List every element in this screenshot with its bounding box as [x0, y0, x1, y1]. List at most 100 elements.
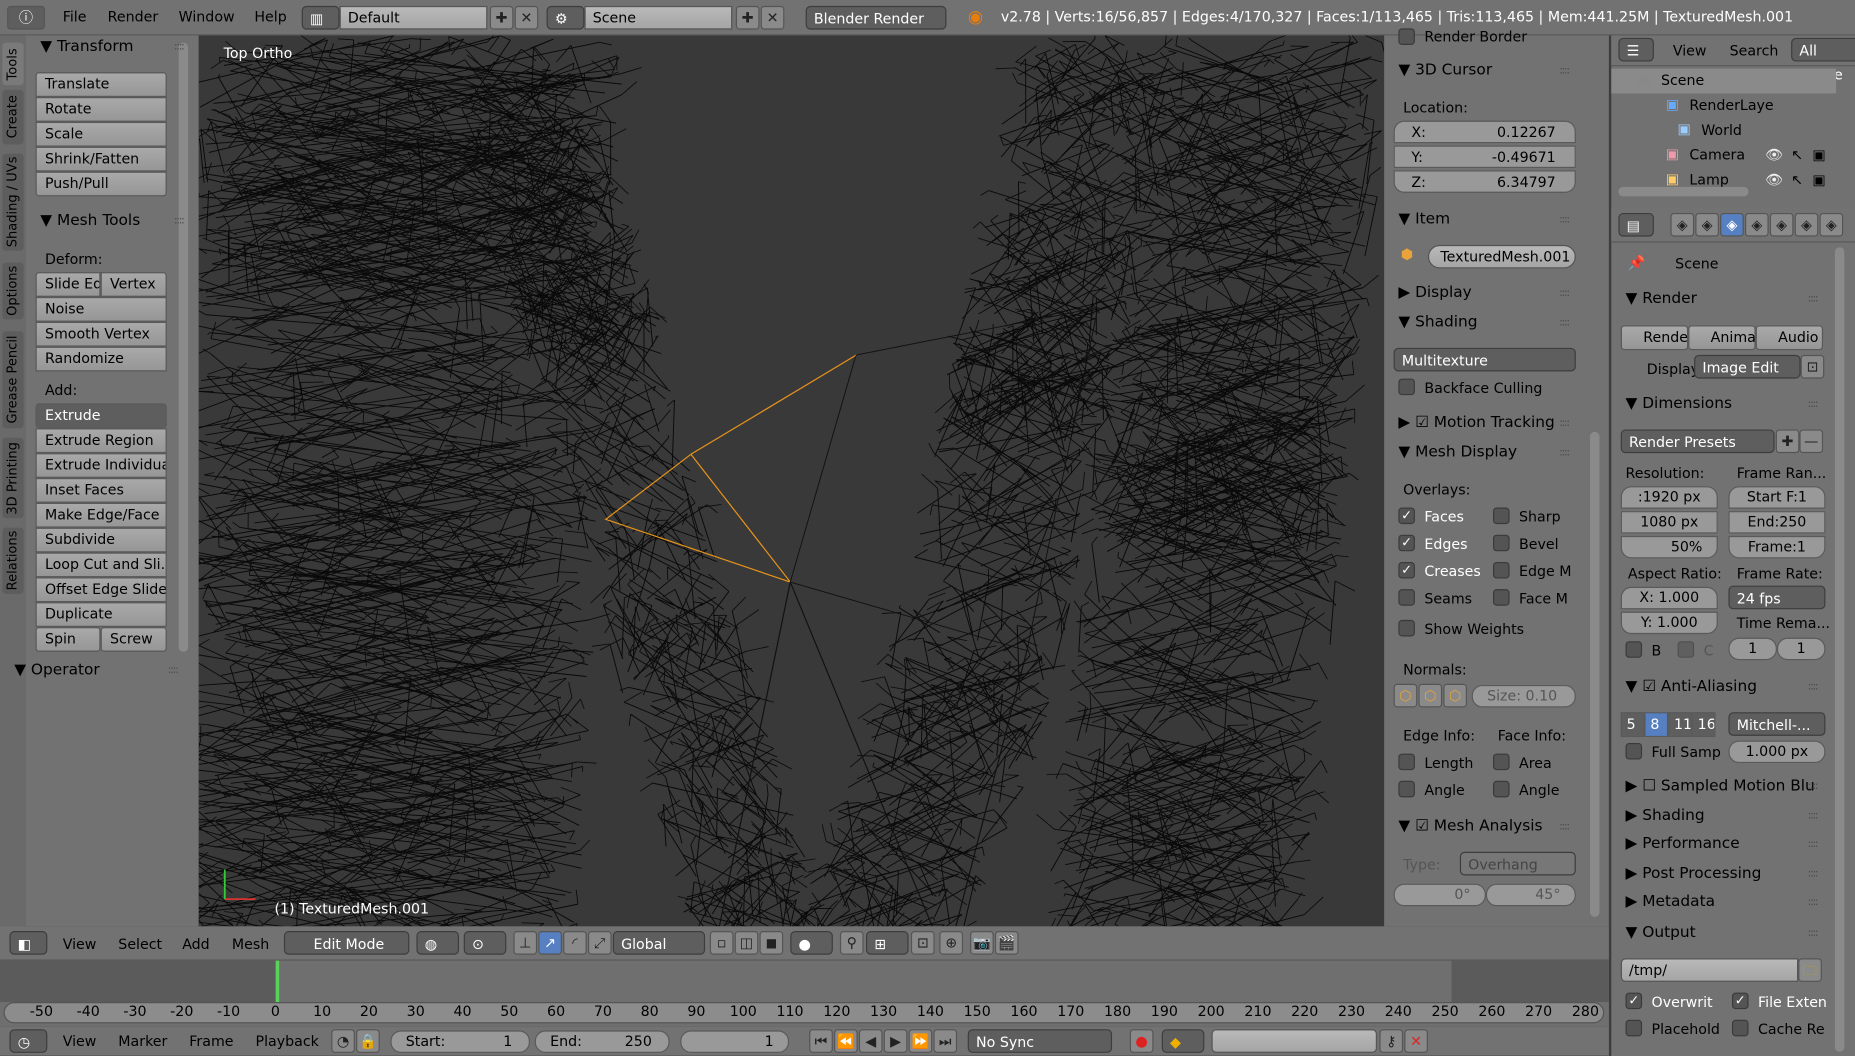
menu-file[interactable]: File: [63, 8, 87, 25]
tab-grease-pencil[interactable]: Grease Pencil: [2, 331, 24, 429]
current-frame-field[interactable]: 1: [680, 1030, 790, 1053]
constraints-context-icon[interactable]: ◈: [1794, 212, 1819, 237]
tab-options[interactable]: Options: [2, 262, 24, 320]
play-icon[interactable]: ▶: [883, 1029, 908, 1053]
aa-filter-size-field[interactable]: 1.000 px: [1728, 740, 1826, 764]
jump-start-icon[interactable]: ⏮: [809, 1029, 833, 1053]
transform-orientation-dropdown[interactable]: Global: [612, 931, 706, 955]
tool-extrude-region-button[interactable]: Extrude Region: [35, 428, 167, 454]
mode-dropdown[interactable]: Edit Mode: [283, 931, 410, 955]
jump-keyframe-back-icon[interactable]: ⏪: [834, 1029, 858, 1053]
mesh-display-panel-header-drag-handle[interactable]: ::::: [1559, 447, 1570, 459]
transform-panel-header-drag-handle[interactable]: ::::: [174, 41, 185, 53]
normals-size-field[interactable]: Size: 0.10: [1471, 684, 1576, 708]
shading-mode-dropdown[interactable]: Multitexture: [1393, 347, 1576, 372]
tool-spin-button[interactable]: Spin: [35, 627, 101, 652]
mesh-tools-panel-header[interactable]: ▼ Mesh Tools: [40, 212, 140, 230]
tab-create[interactable]: Create: [2, 89, 24, 145]
visibility-eye-icon[interactable]: 👁: [1765, 147, 1783, 164]
aa-samples-11-button[interactable]: 11: [1668, 712, 1692, 738]
outliner-menu-search[interactable]: Search: [1730, 43, 1779, 60]
menu-help[interactable]: Help: [254, 8, 286, 25]
jump-keyframe-forward-icon[interactable]: ⏩: [908, 1029, 933, 1053]
operator-panel-header[interactable]: ▼ Operator: [14, 661, 100, 679]
add-scene-button[interactable]: ✚: [735, 5, 760, 30]
menu-window[interactable]: Window: [179, 8, 235, 25]
sampled-motion-blu-drag-handle[interactable]: ::::: [1808, 781, 1819, 793]
3d-viewport[interactable]: Top Ortho (1) TexturedMesh.001: [198, 35, 1385, 927]
rotate-manipulator-icon[interactable]: ◜: [563, 931, 587, 955]
info-length-checkbox[interactable]: [1398, 753, 1415, 771]
render-border-checkbox[interactable]: [1398, 28, 1415, 45]
placeholder-checkbox[interactable]: [1625, 1019, 1643, 1037]
tool-randomize-button[interactable]: Randomize: [35, 346, 167, 372]
mesh-analysis-panel-header[interactable]: ▼ ☑ Mesh Analysis: [1398, 817, 1542, 835]
resolution-x-field[interactable]: :1920 px: [1620, 486, 1718, 509]
overlay-faces-checkbox[interactable]: ✓: [1398, 507, 1415, 525]
tool-make-edge-face-button[interactable]: Make Edge/Face: [35, 502, 167, 528]
analysis-min-field[interactable]: 0°: [1393, 883, 1486, 907]
outliner-item-world[interactable]: ▣ World: [1611, 118, 1836, 143]
editor-type-timeline-button[interactable]: ◷: [9, 1029, 48, 1053]
outliner-hscrollbar[interactable]: [1618, 186, 1749, 197]
vertex-select-icon[interactable]: ▫: [709, 931, 734, 955]
timeline-menu-view[interactable]: View: [63, 1033, 97, 1050]
border-checkbox[interactable]: [1625, 641, 1643, 658]
tab-tools[interactable]: Tools: [2, 42, 24, 86]
timeline-menu-marker[interactable]: Marker: [118, 1033, 167, 1050]
motion-tracking-panel-header-drag-handle[interactable]: ::::: [1559, 418, 1570, 430]
manipulator-toggle-icon[interactable]: ⊥: [513, 931, 538, 955]
crop-checkbox[interactable]: [1677, 641, 1695, 658]
shading-panel-header-drag-handle[interactable]: ::::: [1559, 317, 1570, 329]
cursor-x-field[interactable]: X: 0.12267: [1393, 120, 1576, 144]
tool-extrude-individual-button[interactable]: Extrude Individual: [35, 453, 167, 478]
tool-offset-edge-slide-button[interactable]: Offset Edge Slide: [35, 577, 167, 603]
current-frame-indicator[interactable]: [275, 960, 280, 1003]
tool-screw-button[interactable]: Screw: [100, 627, 167, 652]
3d-cursor-panel-header-drag-handle[interactable]: ::::: [1559, 65, 1570, 77]
view3d-menu-add[interactable]: Add: [182, 936, 209, 953]
add-layout-button[interactable]: ✚: [489, 5, 514, 30]
output-path-field[interactable]: /tmp/: [1620, 958, 1799, 982]
renderable-camera-icon[interactable]: ▣: [1812, 172, 1825, 189]
tab-relations[interactable]: Relations: [2, 527, 24, 594]
panel-header-metadata[interactable]: ▶ Metadata: [1625, 893, 1715, 911]
render-engine-dropdown[interactable]: Blender Render: [805, 5, 947, 30]
tool-noise-button[interactable]: Noise: [35, 296, 167, 322]
layout-selector[interactable]: ▥: [301, 5, 340, 30]
aa-samples-5-button[interactable]: 5: [1620, 712, 1645, 738]
operator-panel-header-drag-handle[interactable]: ::::: [168, 665, 179, 677]
menu-render[interactable]: Render: [108, 8, 159, 25]
file-ext-checkbox[interactable]: ✓: [1731, 992, 1749, 1010]
overlay-sharp-checkbox[interactable]: [1492, 507, 1510, 525]
overlay-seams-checkbox[interactable]: [1398, 589, 1415, 606]
layout-name-field[interactable]: Default: [339, 5, 488, 30]
overlay-bevel-checkbox[interactable]: [1492, 534, 1510, 552]
overlay-edges-checkbox[interactable]: ✓: [1398, 534, 1415, 552]
tool-vertex-button[interactable]: Vertex: [100, 272, 167, 297]
transform-panel-header[interactable]: ▼ Transform: [40, 38, 133, 56]
post-processing-drag-handle[interactable]: ::::: [1808, 868, 1819, 880]
overwrite-checkbox[interactable]: ✓: [1625, 992, 1643, 1010]
face-select-icon[interactable]: ◼: [759, 931, 784, 955]
tool-inset-faces-button[interactable]: Inset Faces: [35, 477, 167, 503]
frame-rate-dropdown[interactable]: 24 fps: [1728, 585, 1826, 610]
modifiers-context-icon[interactable]: ◈: [1819, 212, 1844, 237]
shading-panel-header[interactable]: ▼ Shading: [1398, 314, 1477, 332]
editor-type-outliner-button[interactable]: ☰: [1618, 37, 1654, 62]
3d-cursor-panel-header[interactable]: ▼ 3D Cursor: [1398, 62, 1492, 80]
tool-scale-button[interactable]: Scale: [35, 121, 167, 147]
aspect-x-field[interactable]: X: 1.000: [1620, 586, 1718, 610]
world-context-icon[interactable]: ◈: [1744, 212, 1769, 237]
remove-preset-icon[interactable]: —: [1799, 429, 1824, 454]
view3d-menu-select[interactable]: Select: [118, 936, 162, 953]
insert-keyframe-icon[interactable]: ⚷: [1379, 1029, 1404, 1053]
timeline[interactable]: [0, 960, 1609, 1027]
pivot-point-dropdown[interactable]: ⊙: [463, 931, 507, 955]
outliner-item-scene[interactable]: ▣ Scene: [1611, 68, 1837, 94]
tool-duplicate-button[interactable]: Duplicate: [35, 602, 167, 628]
timeline-menu-frame[interactable]: Frame: [189, 1033, 233, 1050]
editor-type-properties-button[interactable]: ▤: [1618, 212, 1654, 237]
render-image-icon[interactable]: 📷: [970, 931, 994, 955]
vertex-normals-icon[interactable]: ⬡: [1393, 683, 1418, 708]
